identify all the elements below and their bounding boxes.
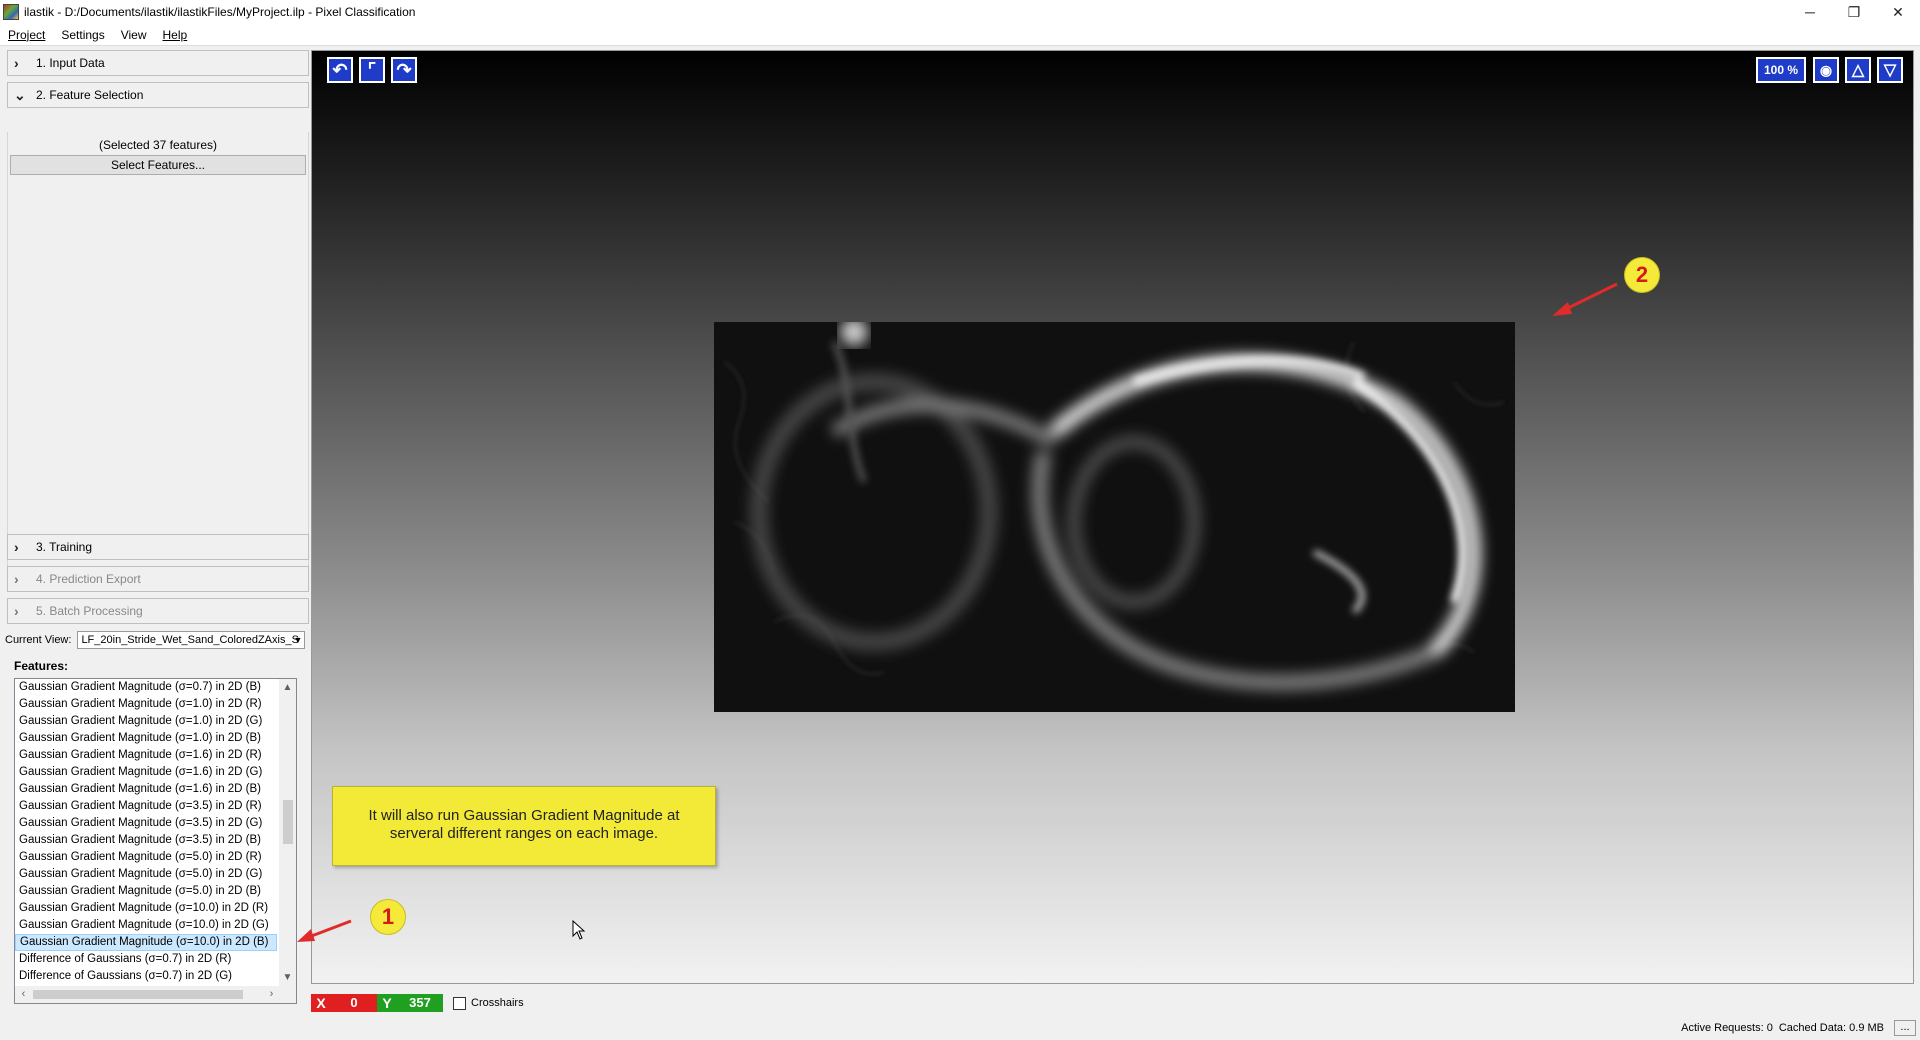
crosshairs-label: Crosshairs [471,997,524,1009]
zoom-level-button[interactable]: 100 % [1756,57,1806,83]
annotation-arrow-1 [297,919,352,942]
menu-settings[interactable]: Settings [53,28,112,42]
feature-image[interactable] [714,322,1515,712]
vertical-scroll-thumb[interactable] [283,800,293,844]
status-more-button[interactable]: ... [1894,1020,1916,1036]
selected-features-count: (Selected 37 features) [98,138,218,152]
gradient-magnitude-image [714,322,1515,712]
feature-list-item[interactable]: Gaussian Gradient Magnitude (σ=0.7) in 2… [15,679,277,696]
status-bar: Active Requests: 0 Cached Data: 0.9 MB .… [1681,1018,1920,1038]
scroll-right-icon[interactable]: › [263,986,280,1003]
applet-batch-processing[interactable]: › 5. Batch Processing [7,598,309,624]
feature-list-item[interactable]: Gaussian Gradient Magnitude (σ=10.0) in … [15,900,277,917]
annotation-arrow-2 [1552,282,1618,316]
menu-bar: Project Settings View Help [0,24,1920,46]
feature-list-item[interactable]: Gaussian Gradient Magnitude (σ=10.0) in … [15,934,277,951]
x-coord-label: X [311,994,331,1012]
feature-list-item[interactable]: Gaussian Gradient Magnitude (σ=5.0) in 2… [15,883,277,900]
horizontal-scroll-thumb[interactable] [33,990,243,999]
features-items: Gaussian Gradient Magnitude (σ=0.7) in 2… [15,679,296,985]
feature-list-item[interactable]: Gaussian Gradient Magnitude (σ=1.0) in 2… [15,696,277,713]
slice-up-icon[interactable]: △ [1845,57,1871,83]
applet-training[interactable]: › 3. Training [7,534,309,560]
chevron-right-icon: › [14,55,19,71]
features-horizontal-scrollbar[interactable]: ‹ › [15,986,280,1003]
restore-button[interactable]: ❐ [1832,0,1876,24]
camera-icon[interactable]: ◉ [1813,57,1839,83]
features-label: Features: [14,659,69,673]
redo-rotate-icon[interactable]: ↷ [391,57,417,83]
applet-drawer: › 1. Input Data ⌄ 2. Feature Selection (… [5,50,309,1004]
chevron-right-icon: › [14,603,19,619]
applet-prediction-export-label: 4. Prediction Export [36,572,141,586]
applet-feature-selection[interactable]: ⌄ 2. Feature Selection [7,82,309,108]
feature-list-item[interactable]: Gaussian Gradient Magnitude (σ=1.0) in 2… [15,730,277,747]
features-vertical-scrollbar[interactable]: ▲ ▼ [279,679,296,986]
feature-list-item[interactable]: Difference of Gaussians (σ=0.7) in 2D (G… [15,968,277,985]
ilastik-app-icon [3,4,19,20]
chevron-down-icon: ⌄ [14,86,26,103]
feature-list-item[interactable]: Gaussian Gradient Magnitude (σ=1.6) in 2… [15,764,277,781]
annotation-badge-2: 2 [1624,257,1660,293]
applet-feature-selection-label: 2. Feature Selection [36,88,144,102]
current-view-value: LF_20in_Stride_Wet_Sand_ColoredZAxis_S [81,634,299,646]
scroll-down-icon[interactable]: ▼ [279,969,296,986]
feature-list-item[interactable]: Gaussian Gradient Magnitude (σ=5.0) in 2… [15,866,277,883]
callout-line-2: serveral different ranges on each image. [389,825,659,842]
active-requests-text: Active Requests: 0 [1681,1022,1773,1034]
feature-list-item[interactable]: Gaussian Gradient Magnitude (σ=1.6) in 2… [15,747,277,764]
cached-data-text: Cached Data: 0.9 MB [1778,1022,1884,1034]
title-bar: ilastik - D:/Documents/ilastik/ilastikFi… [0,0,1920,24]
scroll-up-icon[interactable]: ▲ [279,679,296,696]
feature-list-item[interactable]: Gaussian Gradient Magnitude (σ=3.5) in 2… [15,815,277,832]
feature-list-item[interactable]: Gaussian Gradient Magnitude (σ=3.5) in 2… [15,798,277,815]
slice-down-icon[interactable]: ▽ [1877,57,1903,83]
select-features-button[interactable]: Select Features... [10,155,306,175]
features-list[interactable]: Gaussian Gradient Magnitude (σ=0.7) in 2… [14,678,297,1004]
fit-view-icon[interactable]: ⌜ [359,57,385,83]
window-title: ilastik - D:/Documents/ilastik/ilastikFi… [24,5,416,19]
menu-project[interactable]: Project [0,28,53,42]
crosshairs-checkbox[interactable] [453,996,466,1010]
y-coord-value[interactable]: 357 [397,994,443,1012]
mouse-cursor-icon [572,920,586,940]
feature-list-item[interactable]: Gaussian Gradient Magnitude (σ=5.0) in 2… [15,849,277,866]
scroll-corner [279,986,296,1003]
annotation-badge-1: 1 [370,899,406,935]
current-view-dropdown[interactable]: LF_20in_Stride_Wet_Sand_ColoredZAxis_S ▼ [77,631,306,649]
menu-help[interactable]: Help [155,28,196,42]
feature-list-item[interactable]: Gaussian Gradient Magnitude (σ=10.0) in … [15,917,277,934]
menu-view[interactable]: View [113,28,155,42]
feature-list-item[interactable]: Gaussian Gradient Magnitude (σ=1.0) in 2… [15,713,277,730]
applet-input-data-label: 1. Input Data [36,56,105,70]
scroll-left-icon[interactable]: ‹ [15,986,32,1003]
applet-prediction-export[interactable]: › 4. Prediction Export [7,566,309,592]
feature-selection-panel: (Selected 37 features) Select Features..… [7,132,309,584]
image-viewer[interactable]: ↶ ⌜ ↷ 100 % ◉ △ ▽ It will also run Gauss… [311,50,1914,984]
feature-list-item[interactable]: Difference of Gaussians (σ=0.7) in 2D (R… [15,951,277,968]
feature-list-item[interactable]: Gaussian Gradient Magnitude (σ=3.5) in 2… [15,832,277,849]
close-button[interactable]: ✕ [1876,0,1920,24]
menu-project-label: Project [8,27,46,42]
applet-batch-processing-label: 5. Batch Processing [36,604,143,618]
chevron-right-icon: › [14,539,19,555]
crosshairs-toggle[interactable]: Crosshairs [453,996,524,1010]
undo-rotate-icon[interactable]: ↶ [327,57,353,83]
current-view-label: Current View: [5,634,72,646]
callout-line-1: It will also run Gaussian Gradient Magni… [368,807,680,824]
applet-training-label: 3. Training [36,540,93,554]
chevron-right-icon: › [14,571,19,587]
minimize-button[interactable]: ─ [1788,0,1832,24]
dropdown-arrow-icon: ▼ [293,635,303,645]
annotation-callout: It will also run Gaussian Gradient Magni… [332,786,716,866]
window-controls: ─ ❐ ✕ [1788,0,1920,24]
menu-help-label: Help [162,27,188,42]
applet-input-data[interactable]: › 1. Input Data [7,50,309,76]
y-coord-label: Y [377,994,397,1012]
current-view-row: Current View: LF_20in_Stride_Wet_Sand_Co… [5,630,307,650]
feature-list-item[interactable]: Gaussian Gradient Magnitude (σ=1.6) in 2… [15,781,277,798]
coordinate-bar: X 0 Y 357 Crosshairs [311,994,524,1012]
x-coord-value[interactable]: 0 [331,994,377,1012]
